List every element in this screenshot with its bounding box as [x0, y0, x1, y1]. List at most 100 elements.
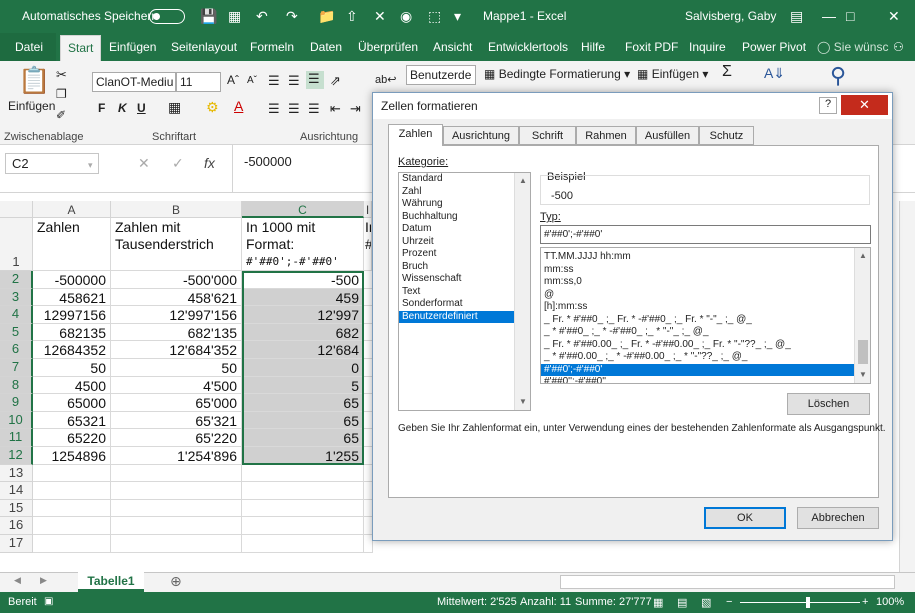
font-name-combo[interactable]: ClanOT-Mediu	[92, 72, 176, 92]
help-button[interactable]: ?	[819, 97, 837, 114]
insert-function-button[interactable]: fx	[204, 155, 215, 171]
align-bottom-icon[interactable]: ☰	[306, 71, 324, 89]
tab-start[interactable]: Start	[60, 35, 102, 61]
find-icon[interactable]: ⚲	[830, 63, 846, 89]
scroll-up-icon[interactable]: ▲	[515, 173, 530, 189]
cell-c[interactable]: 65	[242, 429, 364, 447]
cell-a[interactable]: -500000	[33, 271, 111, 289]
cell-a[interactable]: 65000	[33, 394, 111, 412]
tab-foxit[interactable]: Foxit PDF	[625, 40, 678, 54]
row-header[interactable]: 8	[0, 376, 33, 395]
share-icon[interactable]: ⚇	[893, 40, 904, 54]
name-box[interactable]: C2	[5, 153, 99, 174]
type-item[interactable]: mm:ss,0	[541, 276, 854, 289]
cell-c[interactable]: -500	[242, 271, 364, 289]
cell-b[interactable]: 682'135	[111, 323, 242, 342]
cell-c[interactable]: 682	[242, 323, 364, 342]
type-input[interactable]: #'##0';-#'##0'	[540, 225, 871, 244]
type-scroll-up-icon[interactable]: ▲	[855, 248, 870, 264]
cell-d1[interactable]: In#	[364, 218, 372, 271]
cell-b[interactable]	[111, 482, 242, 500]
cell-a[interactable]: 65220	[33, 429, 111, 447]
cell-a1[interactable]: Zahlen	[33, 218, 111, 271]
cell-c[interactable]: 12'684	[242, 341, 364, 359]
cell-a[interactable]: 1254896	[33, 447, 111, 465]
cell-c[interactable]	[242, 482, 364, 500]
add-sheet-icon[interactable]: ⊕	[170, 573, 182, 590]
cell-a[interactable]: 682135	[33, 323, 111, 342]
type-item[interactable]: TT.MM.JJJJ hh:mm	[541, 251, 854, 264]
tab-developer[interactable]: Entwicklertools	[488, 40, 568, 54]
font-size-combo[interactable]: 11	[176, 72, 221, 92]
wrap-text-icon[interactable]: ab↩	[375, 73, 396, 86]
clipboard-icon[interactable]: 📋	[18, 65, 50, 96]
cell-b[interactable]: 65'220	[111, 429, 242, 447]
sum-icon[interactable]: Σ	[722, 63, 732, 81]
tab-review[interactable]: Überprüfen	[358, 40, 418, 54]
sheet-tab-tabelle1[interactable]: Tabelle1	[78, 572, 144, 592]
cell-a[interactable]: 12997156	[33, 306, 111, 324]
insert-cells-button[interactable]: ▦ Einfügen ▾	[637, 67, 708, 81]
tab-font[interactable]: Schrift	[519, 126, 576, 145]
row-header[interactable]: 4	[0, 306, 33, 324]
tab-page-layout[interactable]: Seitenlayout	[171, 40, 237, 54]
column-header-a[interactable]: A	[33, 201, 111, 218]
cell-c[interactable]: 65	[242, 411, 364, 430]
upload-icon[interactable]: ⇧	[346, 8, 358, 24]
row-header[interactable]: 1	[0, 218, 33, 271]
conditional-format-button[interactable]: ▦ Bedingte Formatierung ▾	[484, 67, 630, 81]
cell-a[interactable]	[33, 517, 111, 535]
scroll-down-icon[interactable]: ▼	[515, 394, 530, 410]
row-header[interactable]: 17	[0, 535, 33, 553]
category-item[interactable]: Zahl	[399, 186, 530, 199]
cell-b[interactable]	[111, 535, 242, 553]
cell-b[interactable]: 12'997'156	[111, 306, 242, 324]
italic-button[interactable]: K	[118, 101, 127, 115]
print-preview-icon[interactable]: ▦	[228, 8, 241, 24]
user-name[interactable]: Salvisberg, Gaby	[685, 9, 776, 23]
align-left-icon[interactable]: ☰	[268, 101, 280, 117]
cell-a[interactable]: 12684352	[33, 341, 111, 359]
dialog-close-icon[interactable]: ✕	[841, 95, 888, 115]
type-scroll-down-icon[interactable]: ▼	[855, 367, 870, 383]
tab-alignment[interactable]: Ausrichtung	[443, 126, 519, 145]
type-item[interactable]: mm:ss	[541, 264, 854, 277]
category-list[interactable]: Standard Zahl Währung Buchhaltung Datum Uhrze…	[398, 172, 531, 411]
cell-b[interactable]: 1'254'896	[111, 447, 242, 465]
cell-b[interactable]: 50	[111, 359, 242, 377]
type-item[interactable]: @	[541, 289, 854, 302]
type-item[interactable]: [h]:mm:ss	[541, 301, 854, 314]
category-item[interactable]: Uhrzeit	[399, 236, 530, 249]
number-format-combo[interactable]: Benutzerde	[406, 65, 476, 85]
page-layout-view-icon[interactable]: ▤	[677, 596, 687, 609]
zoom-slider-thumb[interactable]	[806, 597, 810, 608]
cell-b[interactable]	[111, 464, 242, 483]
cancel-button[interactable]: Abbrechen	[797, 507, 879, 529]
column-header-b[interactable]: B	[111, 201, 242, 218]
category-item[interactable]: Benutzerdefiniert	[399, 310, 530, 323]
category-item[interactable]: Wissenschaft	[399, 273, 530, 286]
ok-button[interactable]: OK	[704, 507, 786, 529]
maximize-icon[interactable]: □	[846, 8, 854, 24]
cell-c[interactable]	[242, 464, 364, 483]
category-scrollbar[interactable]: ▲ ▼	[514, 173, 530, 410]
cell-a[interactable]	[33, 535, 111, 553]
fill-color-icon[interactable]: ⚙	[206, 99, 219, 116]
cell-a[interactable]	[33, 482, 111, 500]
grow-font-icon[interactable]: Aˆ	[227, 73, 239, 87]
type-list[interactable]: TT.MM.JJJJ hh:mm mm:ss mm:ss,0 @ [h]:mm:ss _ …	[540, 247, 871, 384]
cell-c[interactable]	[242, 535, 364, 553]
cell-a[interactable]: 4500	[33, 376, 111, 395]
tab-protection[interactable]: Schutz	[699, 126, 754, 145]
copy-icon[interactable]: ❐	[56, 87, 67, 101]
cell-a[interactable]	[33, 499, 111, 518]
cancel-entry-icon[interactable]: ✕	[138, 155, 150, 172]
tell-me-search[interactable]: ◯ Sie wünsc	[817, 40, 888, 54]
camera-icon[interactable]: ◉	[400, 8, 412, 24]
cell-c[interactable]	[242, 499, 364, 518]
type-item[interactable]: _ Fr. * #'##0_ ;_ Fr. * -#'##0_ ;_ Fr. *…	[541, 314, 854, 327]
cell-b[interactable]: 65'000	[111, 394, 242, 412]
type-scroll-thumb[interactable]	[858, 340, 868, 364]
format-painter-icon[interactable]: ✐	[56, 108, 66, 122]
row-header[interactable]: 6	[0, 341, 33, 359]
